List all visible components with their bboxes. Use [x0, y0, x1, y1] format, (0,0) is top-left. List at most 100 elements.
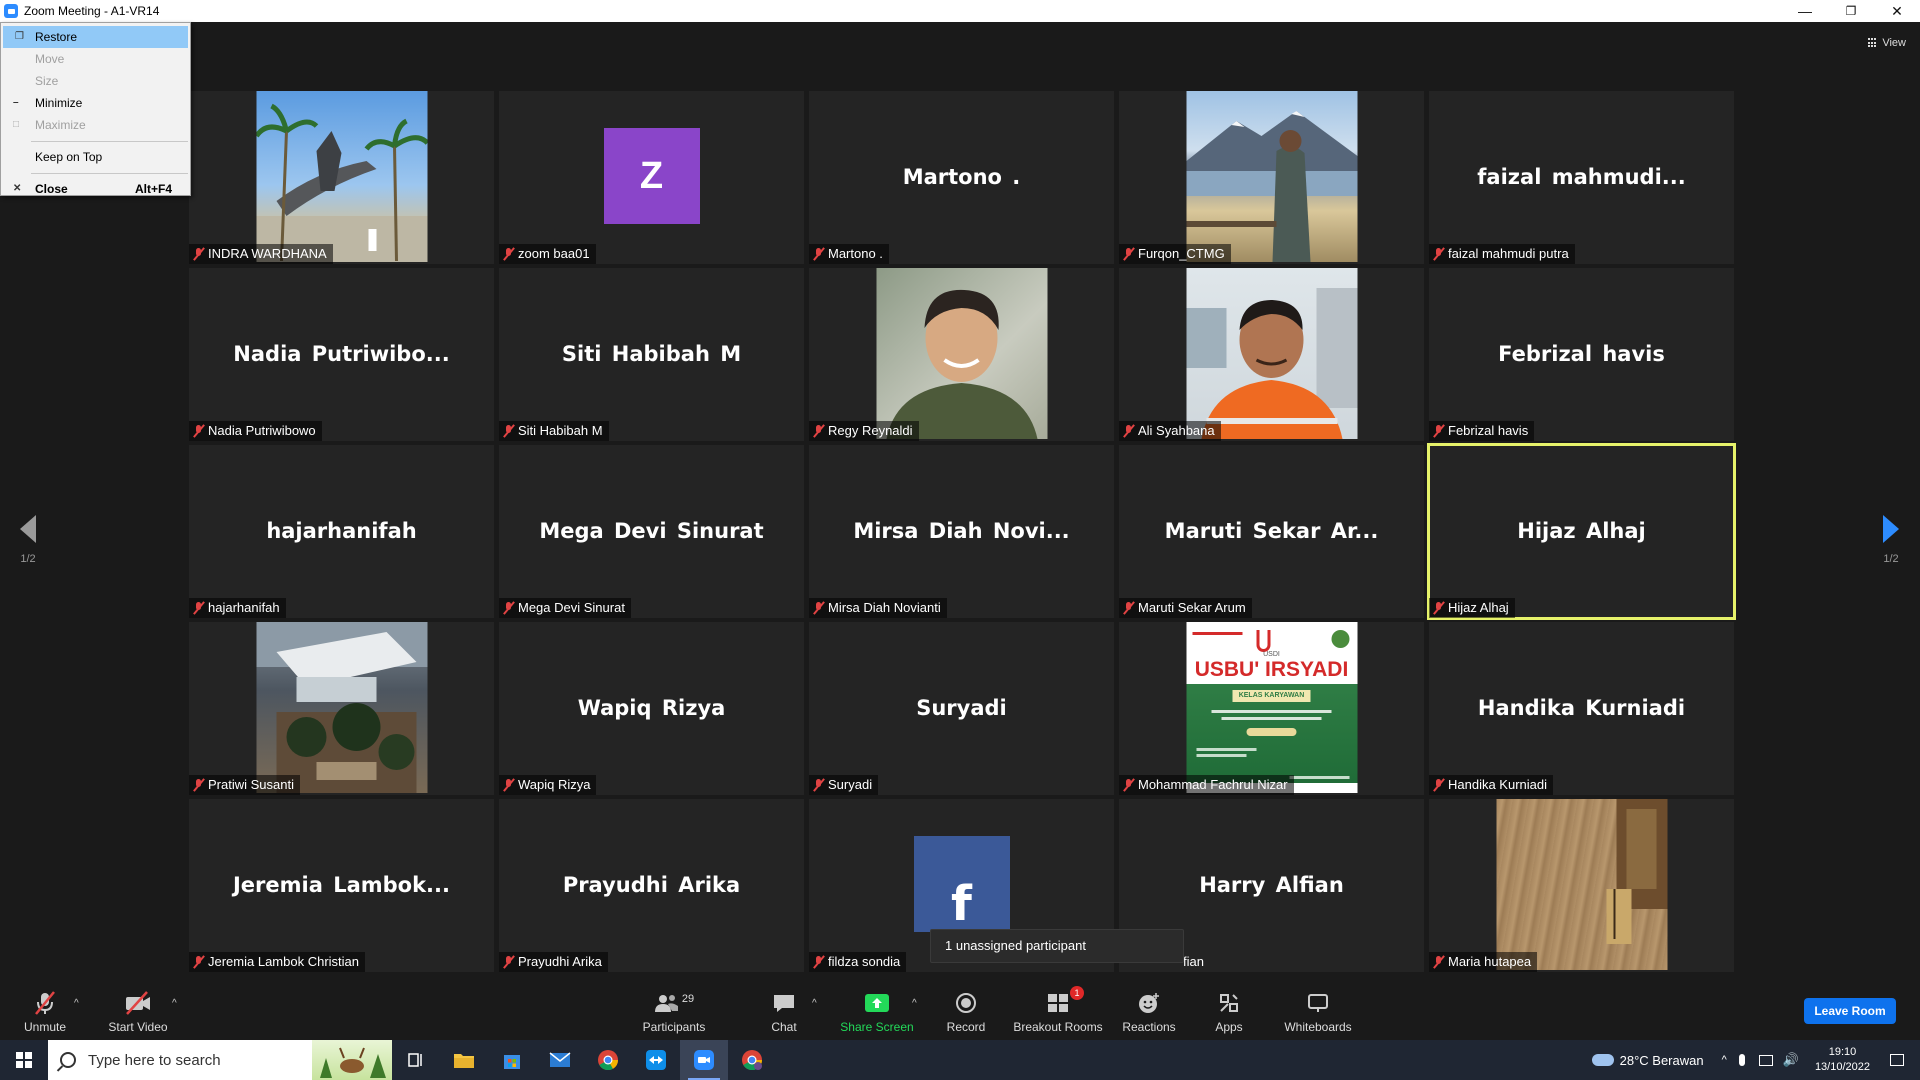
- participant-tile[interactable]: Z zoom baa01: [499, 91, 804, 264]
- chat-button[interactable]: Chat: [744, 990, 824, 1034]
- teamviewer-icon[interactable]: [632, 1040, 680, 1080]
- participant-tile[interactable]: Ali Syahbana: [1119, 268, 1424, 441]
- participant-display-name: Nadia Putriwibo...: [233, 341, 450, 366]
- microphone-icon[interactable]: [1738, 1054, 1745, 1066]
- participant-tile[interactable]: Prayudhi Arika Prayudhi Arika: [499, 799, 804, 972]
- participant-tile[interactable]: USDI USBU' IRSYADI KELAS KARYAWAN Mohamm…: [1119, 622, 1424, 795]
- participant-name-label: Prayudhi Arika: [499, 952, 608, 972]
- page-indicator-right: 1/2: [1883, 553, 1899, 565]
- facebook-avatar: f: [913, 836, 1010, 932]
- whiteboards-button[interactable]: Whiteboards: [1278, 990, 1358, 1034]
- menu-item-restore[interactable]: ❐ Restore: [3, 26, 188, 48]
- menu-item-maximize[interactable]: □ Maximize: [1, 114, 190, 136]
- share-screen-button[interactable]: Share Screen: [837, 990, 917, 1034]
- participant-tile[interactable]: Pratiwi Susanti: [189, 622, 494, 795]
- network-icon[interactable]: [1758, 1054, 1773, 1066]
- participant-tile[interactable]: Regy Reynaldi: [809, 268, 1114, 441]
- apps-button[interactable]: Apps: [1189, 990, 1269, 1034]
- muted-mic-icon: [1123, 778, 1135, 792]
- participant-name-label: Hijaz Alhaj: [1429, 598, 1515, 618]
- muted-mic-icon: [1123, 424, 1135, 438]
- taskbar-search-box[interactable]: Type here to search: [48, 1040, 392, 1080]
- usdi-logo-icon: [1256, 630, 1270, 652]
- poster-headline: USBU' IRSYADI: [1194, 658, 1349, 681]
- participant-display-name: Martono .: [902, 164, 1021, 189]
- participant-tile[interactable]: Furqon_CTMG: [1119, 91, 1424, 264]
- participant-tile[interactable]: Maria hutapea: [1429, 799, 1734, 972]
- menu-item-size[interactable]: Size: [1, 70, 190, 92]
- muted-mic-icon: [813, 247, 825, 261]
- previous-page-button[interactable]: 1/2: [8, 515, 48, 565]
- muted-mic-icon: [503, 778, 515, 792]
- restore-window-button[interactable]: ❐: [1828, 0, 1874, 22]
- poster-line: [1192, 632, 1242, 635]
- reactions-button[interactable]: Reactions: [1109, 990, 1189, 1034]
- participant-tile[interactable]: Febrizal havis Febrizal havis: [1429, 268, 1734, 441]
- mail-icon[interactable]: [536, 1040, 584, 1080]
- zoom-app-icon[interactable]: [4, 4, 18, 18]
- breakout-rooms-button[interactable]: 1 Breakout Rooms: [1006, 986, 1110, 1034]
- task-view-icon[interactable]: [392, 1040, 440, 1080]
- participant-tile[interactable]: Wapiq Rizya Wapiq Rizya: [499, 622, 804, 795]
- menu-item-keep-on-top[interactable]: Keep on Top: [1, 146, 190, 168]
- window-controls: — ❐ ✕: [1782, 0, 1920, 22]
- participants-button[interactable]: 29 Participants: [634, 990, 714, 1034]
- weather-cloud-icon[interactable]: [1591, 1054, 1614, 1066]
- poster-line: [1196, 748, 1256, 751]
- menu-item-close[interactable]: ✕ Close Alt+F4: [1, 178, 190, 200]
- participant-tile[interactable]: Maruti Sekar Ar... Maruti Sekar Arum: [1119, 445, 1424, 618]
- share-screen-icon: [837, 990, 917, 1016]
- minimize-window-button[interactable]: —: [1782, 0, 1828, 22]
- participant-tile[interactable]: Siti Habibah M Siti Habibah M: [499, 268, 804, 441]
- tray-overflow-caret[interactable]: ^: [1722, 1054, 1727, 1066]
- participant-tile[interactable]: Nadia Putriwibo... Nadia Putriwibowo: [189, 268, 494, 441]
- participant-tile[interactable]: Mega Devi Sinurat Mega Devi Sinurat: [499, 445, 804, 618]
- clock[interactable]: 19:10 13/10/2022: [1815, 1045, 1870, 1075]
- participant-tile[interactable]: faizal mahmudi... faizal mahmudi putra: [1429, 91, 1734, 264]
- participant-display-name: Harry Alfian: [1199, 872, 1344, 897]
- audio-options-caret[interactable]: ^: [74, 998, 79, 1009]
- unmute-button[interactable]: Unmute: [5, 990, 85, 1034]
- record-button[interactable]: Record: [926, 990, 1006, 1034]
- start-video-button[interactable]: Start Video: [98, 990, 178, 1034]
- active-speaker-tile[interactable]: Hijaz Alhaj Hijaz Alhaj: [1427, 443, 1736, 620]
- chrome-profile-icon[interactable]: [728, 1040, 776, 1080]
- participant-tile[interactable]: hajarhanifah hajarhanifah: [189, 445, 494, 618]
- title-bar[interactable]: Zoom Meeting - A1-VR14 — ❐ ✕: [0, 0, 1920, 22]
- participant-tile[interactable]: Mirsa Diah Novi... Mirsa Diah Novianti: [809, 445, 1114, 618]
- participant-tile[interactable]: Suryadi Suryadi: [809, 622, 1114, 795]
- file-explorer-icon[interactable]: [440, 1040, 488, 1080]
- participant-tile[interactable]: INDRA WARDHANA: [189, 91, 494, 264]
- participant-name-label: Mohammad Fachrul Nizar: [1119, 775, 1294, 795]
- volume-icon[interactable]: 🔊: [1783, 1052, 1799, 1068]
- leave-room-button[interactable]: Leave Room: [1804, 998, 1896, 1024]
- participant-name-label: INDRA WARDHANA: [189, 244, 333, 264]
- participant-tile[interactable]: Handika Kurniadi Handika Kurniadi: [1429, 622, 1734, 795]
- video-options-caret[interactable]: ^: [172, 998, 177, 1009]
- weather-text[interactable]: 28°C Berawan: [1620, 1053, 1704, 1068]
- chat-options-caret[interactable]: ^: [812, 998, 817, 1009]
- participant-tile[interactable]: Jeremia Lambok... Jeremia Lambok Christi…: [189, 799, 494, 972]
- portrait-green-image: [886, 289, 1037, 439]
- zoom-taskbar-icon[interactable]: [680, 1040, 728, 1080]
- close-window-button[interactable]: ✕: [1874, 0, 1920, 22]
- windows-taskbar: Type here to search 28°C Berawan ^ 🔊 19:…: [0, 1040, 1920, 1080]
- muted-mic-icon: [193, 247, 205, 261]
- muted-mic-icon: [1123, 601, 1135, 615]
- microsoft-store-icon[interactable]: [488, 1040, 536, 1080]
- participant-name-label: Jeremia Lambok Christian: [189, 952, 366, 972]
- notifications-icon[interactable]: [1890, 1054, 1904, 1066]
- participant-video: [1496, 799, 1667, 970]
- whiteboard-icon: [1278, 990, 1358, 1016]
- restore-icon: ❐: [15, 31, 24, 42]
- chrome-icon[interactable]: [584, 1040, 632, 1080]
- participant-tile[interactable]: Martono . Martono .: [809, 91, 1114, 264]
- menu-item-minimize[interactable]: – Minimize: [1, 92, 190, 114]
- share-options-caret[interactable]: ^: [912, 998, 917, 1009]
- next-page-button[interactable]: 1/2: [1871, 515, 1911, 565]
- start-button[interactable]: [0, 1040, 48, 1080]
- menu-item-move[interactable]: Move: [1, 48, 190, 70]
- view-button[interactable]: View: [1868, 34, 1906, 52]
- muted-mic-icon: [1433, 955, 1445, 969]
- poster-line: [1211, 710, 1332, 713]
